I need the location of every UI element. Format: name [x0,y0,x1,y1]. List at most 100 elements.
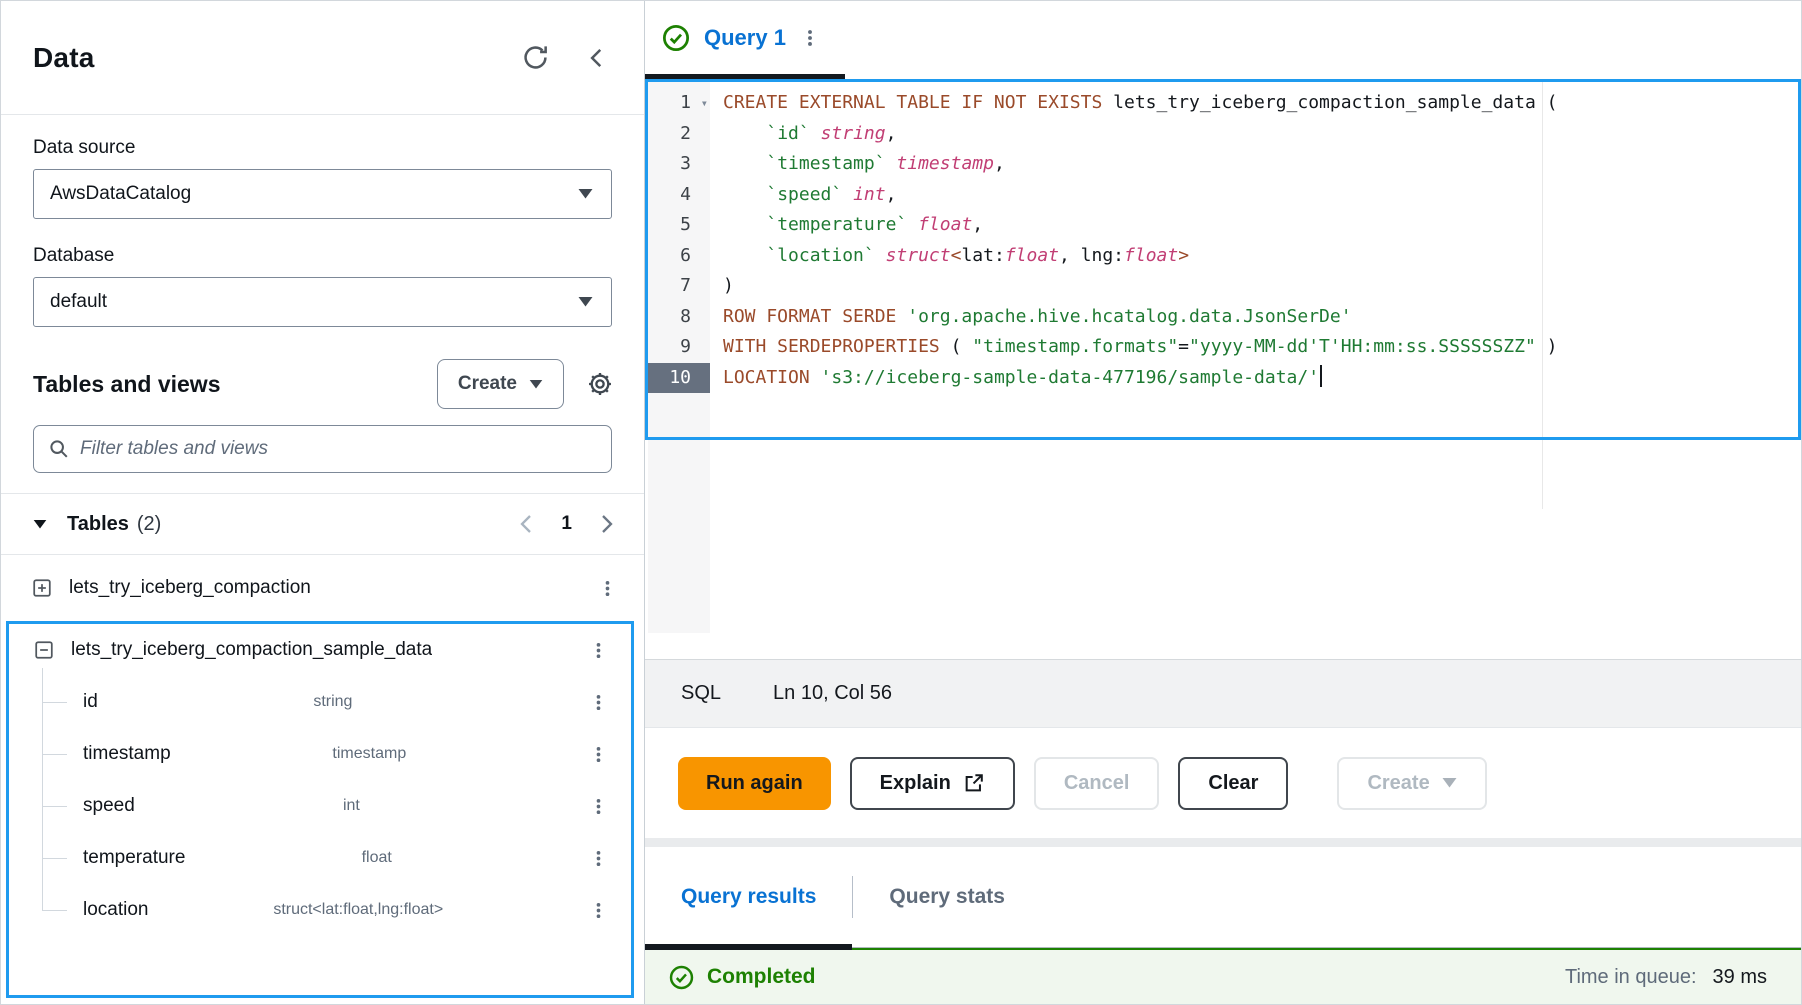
line-number: 8 [645,302,710,333]
collapse-minus-icon[interactable] [33,639,55,661]
table-name: lets_try_iceberg_compaction_sample_data [71,639,432,661]
column-name: temperature [83,847,185,869]
column-type: string [313,693,372,711]
chevron-down-icon [578,189,593,199]
code-line[interactable]: 7) [645,271,1801,302]
clear-button[interactable]: Clear [1178,757,1288,810]
run-again-button[interactable]: Run again [678,757,831,810]
code-text: `timestamp` timestamp, [710,149,1005,180]
code-text: CREATE EXTERNAL TABLE IF NOT EXISTS lets… [710,88,1557,119]
code-lines: 1▾CREATE EXTERNAL TABLE IF NOT EXISTS le… [645,79,1801,393]
code-text: LOCATION 's3://iceberg-sample-data-47719… [710,363,1322,394]
code-line[interactable]: 1▾CREATE EXTERNAL TABLE IF NOT EXISTS le… [645,88,1801,119]
data-panel-header: Data [1,1,644,115]
expand-plus-icon[interactable] [31,577,53,599]
explain-button[interactable]: Explain [850,757,1015,810]
line-number: 9 [645,332,710,363]
table-row-expanded[interactable]: lets_try_iceberg_compaction_sample_data [9,624,631,676]
search-icon [48,438,70,460]
kebab-menu-icon[interactable] [588,900,609,921]
kebab-menu-icon[interactable] [588,848,609,869]
line-number: 5 [645,210,710,241]
kebab-menu-icon[interactable] [597,578,618,599]
column-row[interactable]: idstring [9,676,631,728]
column-row[interactable]: temperature float [9,832,631,884]
column-name: timestamp [83,743,171,765]
code-text: `location` struct<lat:float, lng:float> [710,241,1189,272]
tab-query-results[interactable]: Query results [645,847,852,947]
query-tab-bar: Query 1 [645,1,1801,79]
column-row[interactable]: timestamp timestamp [9,728,631,780]
section-divider[interactable] [645,838,1801,847]
code-line[interactable]: 4 `speed` int, [645,180,1801,211]
column-type: float [362,849,412,867]
panel-title: Data [33,42,95,74]
queue-time-value: 39 ms [1713,966,1767,989]
code-line[interactable]: 6 `location` struct<lat:float, lng:float… [645,241,1801,272]
collapse-panel-icon[interactable] [584,45,610,71]
code-line[interactable]: 3 `timestamp` timestamp, [645,149,1801,180]
tables-group-count: (2) [137,513,161,536]
line-number: 4 [645,180,710,211]
column-list: idstring timestamp timestamp speed int temper… [9,676,631,936]
code-line[interactable]: 9WITH SERDEPROPERTIES ( "timestamp.forma… [645,332,1801,363]
cursor-position: Ln 10, Col 56 [773,682,892,705]
column-type: timestamp [332,745,426,763]
line-number: 1▾ [645,88,710,119]
query-status-bar: Completed Time in queue: 39 ms [645,948,1801,1004]
tab-query-stats[interactable]: Query stats [853,847,1041,947]
source-form: Data source AwsDataCatalog Database defa… [1,115,644,327]
kebab-menu-icon[interactable] [588,640,609,661]
column-name: location [83,899,149,921]
status-label: Completed [707,965,816,989]
code-text: ROW FORMAT SERDE 'org.apache.hive.hcatal… [710,302,1352,333]
chevron-left-icon[interactable] [519,514,533,534]
code-text: ) [710,271,734,302]
code-line[interactable]: 10LOCATION 's3://iceberg-sample-data-477… [645,363,1801,394]
column-row[interactable]: location struct<lat:float,lng:float> [9,884,631,936]
caret-down-icon[interactable] [33,520,47,529]
gear-icon[interactable] [586,370,614,398]
tables-group-row[interactable]: Tables (2) 1 [1,493,644,555]
kebab-menu-icon[interactable] [588,744,609,765]
query-tab[interactable]: Query 1 [645,1,845,79]
code-text: `temperature` float, [710,210,983,241]
create-button[interactable]: Create [437,359,564,409]
kebab-menu-icon[interactable] [588,796,609,817]
data-source-select[interactable]: AwsDataCatalog [33,169,612,219]
line-number: 7 [645,271,710,302]
code-line[interactable]: 8ROW FORMAT SERDE 'org.apache.hive.hcata… [645,302,1801,333]
line-number: 3 [645,149,710,180]
chevron-right-icon[interactable] [600,514,614,534]
queue-time-label: Time in queue: [1565,966,1697,989]
table-row[interactable]: lets_try_iceberg_compaction [1,555,644,621]
results-tab-bar: Query results Query stats [645,847,1801,948]
data-source-value: AwsDataCatalog [50,183,191,205]
column-row[interactable]: speed int [9,780,631,832]
table-name: lets_try_iceberg_compaction [69,577,311,599]
sql-editor[interactable]: 1▾CREATE EXTERNAL TABLE IF NOT EXISTS le… [645,79,1801,659]
editor-status-bar: SQL Ln 10, Col 56 [645,659,1801,728]
fold-caret-icon[interactable]: ▾ [701,88,708,119]
tables-and-views-header: Tables and views Create [1,359,644,409]
create-button-label: Create [458,373,517,395]
explain-label: Explain [880,772,951,795]
database-select[interactable]: default [33,277,612,327]
check-circle-icon [668,964,695,991]
kebab-menu-icon[interactable] [588,692,609,713]
cancel-button[interactable]: Cancel [1034,757,1160,810]
query-actions: Run again Explain Cancel Clear Create [645,728,1801,838]
external-link-icon [963,772,985,794]
query-tab-menu-icon[interactable] [799,27,821,49]
athena-query-editor: Data Data source AwsDataCatalog [0,0,1802,1005]
code-line[interactable]: 5 `temperature` float, [645,210,1801,241]
filter-tables-input[interactable] [80,438,597,460]
refresh-icon[interactable] [521,43,550,72]
column-type: int [343,797,380,815]
filter-row [1,409,644,493]
column-name: speed [83,795,135,817]
code-line[interactable]: 2 `id` string, [645,119,1801,150]
create-query-button[interactable]: Create [1337,757,1486,810]
column-type: struct<lat:float,lng:float> [273,901,463,919]
query-tab-label: Query 1 [704,25,786,51]
